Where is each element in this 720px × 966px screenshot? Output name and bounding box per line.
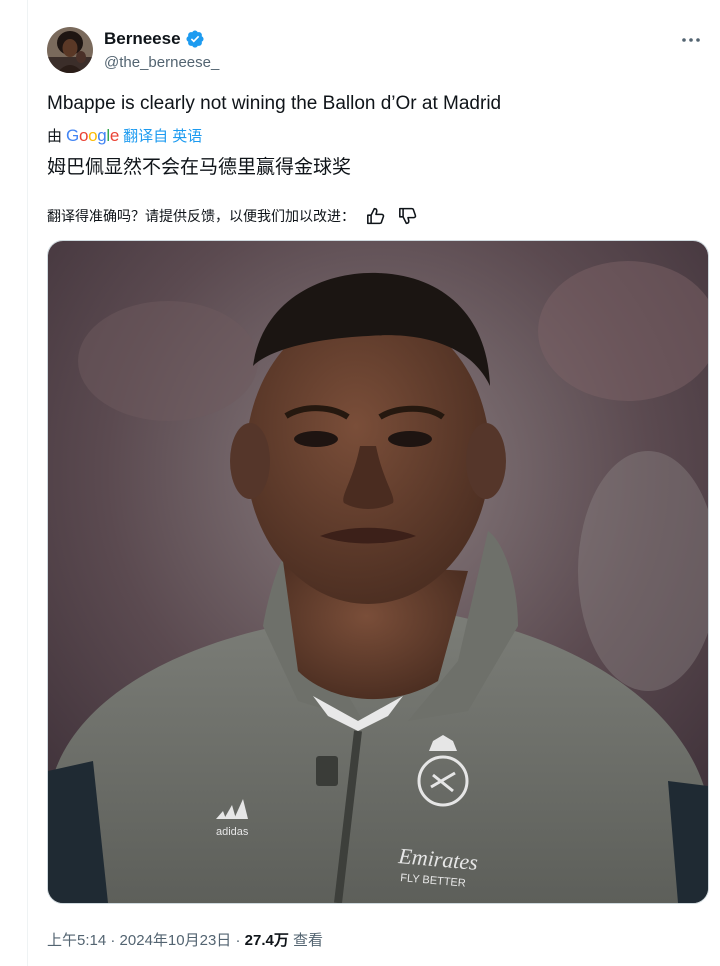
tweet-date[interactable]: 2024年10月23日 [120,932,232,949]
thumbs-up-button[interactable] [365,206,387,226]
tweet-time[interactable]: 上午5:14 [47,932,106,949]
tweet-page: Berneese @the_berneese_ Mbappe is clearl… [0,0,720,966]
meta-separator-2: · [231,932,245,949]
photo-image: Emirates FLY BETTER adidas [48,241,708,903]
tweet-photo[interactable]: Emirates FLY BETTER adidas [47,240,709,904]
tweet-meta: 上午5:14 · 2024年10月23日 · 27.4万 查看 [47,929,323,950]
svg-text:adidas: adidas [216,826,249,838]
more-icon [682,38,700,42]
translated-text: 姆巴佩显然不会在马德里赢得金球奖 [47,157,352,178]
avatar[interactable] [47,27,93,73]
translated-from-link[interactable]: 翻译自 英语 [123,125,202,146]
views-label: 查看 [288,932,324,949]
translation-feedback-row: 翻译得准确吗？请提供反馈，以便我们加以改进： [47,206,419,226]
verified-badge-icon[interactable] [185,29,205,49]
author-handle[interactable]: @the_berneese_ [104,54,219,71]
meta-separator: · [106,932,120,949]
translation-attribution: 由 Google 翻译自 英语 [47,125,202,146]
more-options-button[interactable] [676,28,706,52]
feedback-prompt: 翻译得准确吗？请提供反馈，以便我们加以改进： [47,208,355,224]
left-divider [27,0,28,966]
tweet-text: Mbappe is clearly not wining the Ballon … [47,93,502,114]
avatar-image [47,27,93,73]
author-name-row[interactable]: Berneese [104,29,205,49]
thumbs-down-icon [399,207,417,225]
google-logo: Google [66,125,120,145]
author-display-name[interactable]: Berneese [104,29,181,49]
translate-by-label: 由 [47,128,63,145]
thumbs-up-icon [367,207,385,225]
thumbs-down-button[interactable] [397,206,419,226]
views-count: 27.4万 [244,932,289,949]
